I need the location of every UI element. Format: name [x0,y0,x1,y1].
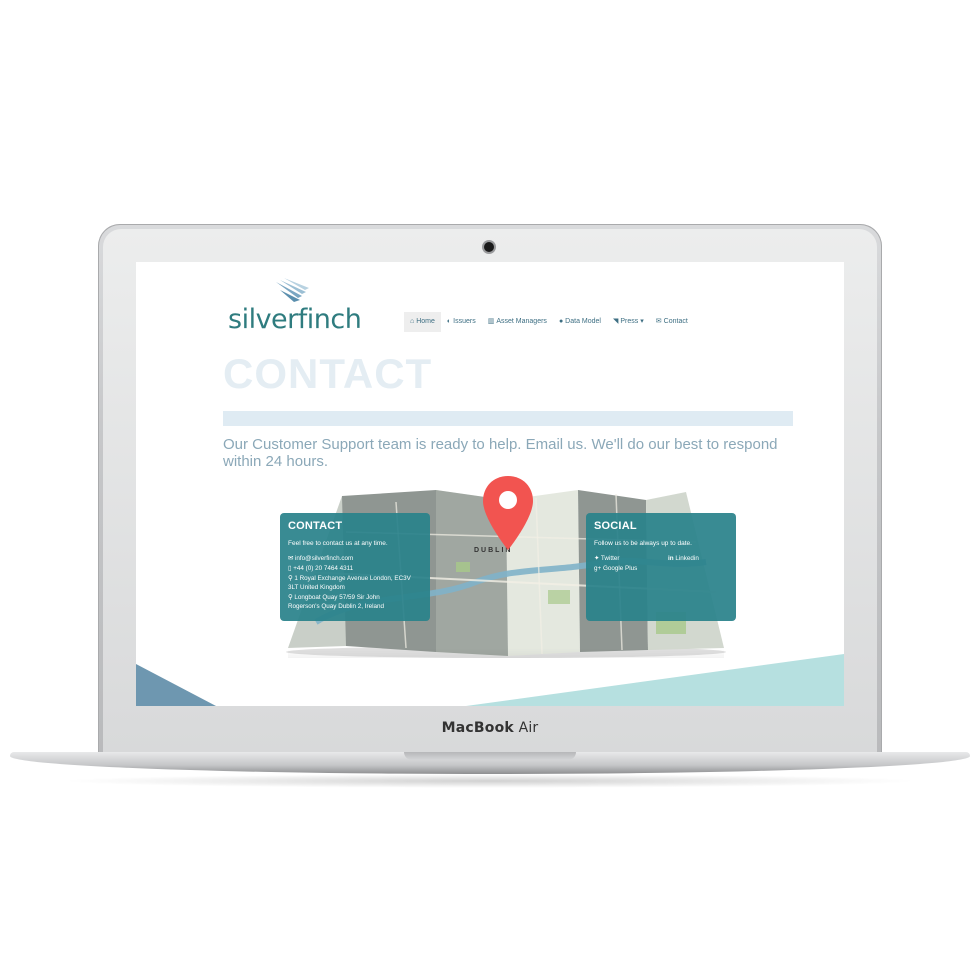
nav-home[interactable]: ⌂ Home [404,312,441,332]
map-marker-icon: ⚲ [288,575,293,582]
envelope-icon: ✉ [288,555,294,562]
twitter-link[interactable]: ✦ Twitter [594,554,619,563]
contact-address-london-2: 3LT United Kingdom [288,584,345,591]
phone-icon: ▯ [288,565,292,572]
lead-text: Our Customer Support team is ready to he… [223,436,778,470]
contact-address-dublin-2: Rogerson's Quay Dublin 2, Ireland [288,603,385,610]
home-icon: ⌂ [410,318,415,325]
bank-icon: ▥ [487,318,495,325]
caret-down-icon: ▾ [640,318,644,325]
contact-email-link[interactable]: ✉ info@silverfinch.com [288,554,353,563]
social-card: SOCIAL Follow us to be always up to date… [586,513,736,621]
nav-data-model[interactable]: ● Data Model [553,312,607,332]
google-plus-icon: g+ [594,565,602,572]
globe-icon: ● [558,318,564,325]
nav-issuers[interactable]: ◐ Issuers [441,312,482,332]
title-underline-bar [223,411,793,426]
contact-address-dublin: ⚲ Longboat Quay 57/59 Sir John [288,594,380,601]
contact-card-heading: CONTACT [288,520,343,532]
rss-icon: ◥ [612,318,619,325]
laptop-notch [404,752,576,760]
shield-icon: ◐ [446,318,452,325]
nav-asset-managers[interactable]: ▥ Asset Managers [482,312,553,332]
map-marker-icon: ⚲ [288,594,293,601]
contact-address-london: ⚲ 1 Royal Exchange Avenue London, EC3V [288,575,411,582]
main-nav: ⌂ Home ◐ Issuers ▥ Asset Managers ● Data… [404,312,694,332]
nav-contact[interactable]: ✉ Contact [650,312,694,332]
google-plus-link[interactable]: g+ Google Plus [594,564,637,573]
nav-press[interactable]: ◥ Press ▾ [607,312,650,332]
contact-phone[interactable]: ▯ +44 (0) 20 7464 4311 [288,564,353,573]
social-card-subtitle: Follow us to be always up to date. [594,540,692,547]
map-pin-icon [483,476,533,550]
laptop-shadow [60,774,920,788]
page-title: CONTACT [223,350,433,397]
camera-icon [484,242,494,252]
decorative-triangle-right [466,654,844,706]
screen: silverfinch ⌂ Home ◐ Issuers ▥ Asset Man… [136,262,844,706]
social-card-heading: SOCIAL [594,520,637,532]
twitter-icon: ✦ [594,555,600,562]
bird-logo-icon [276,278,309,302]
site-logo[interactable]: silverfinch [228,304,362,335]
linkedin-link[interactable]: in Linkedin [668,554,699,563]
contact-card: CONTACT Feel free to contact us at any t… [280,513,430,621]
contact-card-subtitle: Feel free to contact us at any time. [288,540,388,547]
device-brand: MacBook Air [441,720,539,736]
decorative-triangle-left [136,664,216,706]
linkedin-icon: in [668,555,674,562]
envelope-icon: ✉ [655,318,662,325]
